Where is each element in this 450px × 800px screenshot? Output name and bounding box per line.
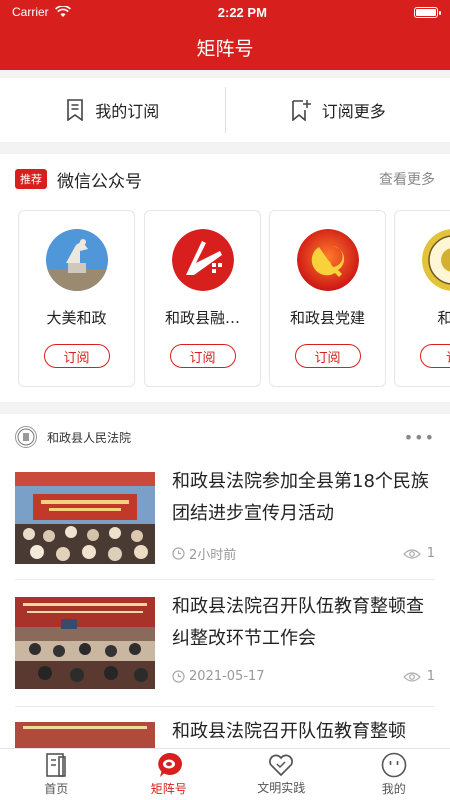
bookmark-add-icon bbox=[291, 100, 311, 121]
source-row: 和政县人民法院 ••• bbox=[0, 414, 450, 460]
tab-label: 首页 bbox=[44, 782, 69, 796]
subscribe-more-button[interactable]: 订阅更多 bbox=[226, 98, 450, 122]
eye-icon bbox=[402, 548, 421, 559]
court-logo-icon bbox=[15, 426, 37, 448]
account-name: 和政 bbox=[437, 309, 450, 327]
article-thumbnail bbox=[15, 472, 155, 564]
tab-matrix[interactable]: 矩阵号 bbox=[113, 749, 226, 800]
more-options-icon[interactable]: ••• bbox=[404, 428, 435, 447]
account-avatar bbox=[45, 229, 108, 291]
account-avatar bbox=[171, 229, 234, 291]
article-item[interactable]: 和政县法院召开队伍教育整顿 bbox=[15, 721, 435, 748]
app-header: Carrier 2:22 PM 矩阵号 bbox=[0, 0, 450, 70]
tab-label: 矩阵号 bbox=[150, 782, 187, 796]
account-name: 大美和政 bbox=[46, 309, 107, 327]
account-name: 和政县党建 bbox=[289, 309, 365, 327]
article-item[interactable]: 和政县法院召开队伍教育整顿查纠整改环节工作会 2021-05-17 1 bbox=[15, 596, 435, 707]
clock-icon bbox=[172, 547, 185, 560]
tab-label: 文明实践 bbox=[257, 781, 306, 795]
section-header: 推荐 微信公众号 查看更多 bbox=[0, 154, 450, 204]
wifi-icon bbox=[54, 6, 71, 17]
tab-civilization-practice[interactable]: 文明实践 bbox=[225, 749, 338, 800]
subscribe-row: 我的订阅 订阅更多 bbox=[0, 78, 450, 142]
matrix-pin-icon bbox=[157, 752, 182, 777]
account-name: 和政县融… bbox=[164, 309, 240, 327]
bottom-tab-bar: 首页 矩阵号 文明实践 我的 bbox=[0, 748, 450, 800]
view-more-link[interactable]: 查看更多 bbox=[379, 169, 435, 189]
divider bbox=[15, 579, 435, 580]
source-name: 和政县人民法院 bbox=[47, 430, 132, 445]
status-bar: Carrier 2:22 PM bbox=[0, 0, 450, 24]
subscribe-button[interactable]: 订 bbox=[419, 344, 450, 368]
account-card[interactable]: 和政县党建 订阅 bbox=[269, 210, 386, 387]
article-views: 1 bbox=[426, 546, 435, 561]
battery-icon bbox=[414, 6, 441, 18]
divider bbox=[15, 706, 435, 707]
account-avatar bbox=[296, 229, 359, 291]
eye-icon bbox=[402, 671, 421, 682]
account-carousel[interactable]: 大美和政 订阅 和政县融… 订阅 和政县党建 订阅 和 bbox=[0, 204, 450, 394]
my-subscriptions-button[interactable]: 我的订阅 bbox=[0, 98, 225, 122]
article-title: 和政县法院召开队伍教育整顿查纠整改环节工作会 bbox=[172, 596, 424, 649]
article-title: 和政县法院参加全县第18个民族团结进步宣传月活动 bbox=[172, 471, 429, 524]
article-meta: 2小时前 1 bbox=[172, 544, 435, 563]
article-time: 2021-05-17 bbox=[189, 669, 265, 684]
wechat-accounts-section: 推荐 微信公众号 查看更多 大美和政 订阅 和政县融… 订阅 和政县党建 订阅 … bbox=[0, 154, 450, 402]
article-views: 1 bbox=[426, 669, 435, 684]
page-title: 矩阵号 bbox=[196, 37, 254, 60]
subscribe-button[interactable]: 订阅 bbox=[43, 344, 110, 368]
carrier-label: Carrier bbox=[12, 5, 49, 19]
tab-profile[interactable]: 我的 bbox=[338, 749, 450, 800]
bookmark-list-icon bbox=[67, 99, 84, 121]
account-avatar bbox=[421, 229, 450, 291]
article-feed: 和政县人民法院 ••• 和政县法院参加全县第18个民族团结进步宣传月活动 2小时… bbox=[0, 414, 450, 748]
heart-icon bbox=[269, 754, 294, 777]
section-title: 微信公众号 bbox=[57, 171, 142, 192]
article-meta: 2021-05-17 1 bbox=[172, 669, 435, 684]
my-subscriptions-label: 我的订阅 bbox=[95, 102, 160, 121]
subscribe-more-label: 订阅更多 bbox=[321, 102, 386, 121]
account-card[interactable]: 和政县融… 订阅 bbox=[144, 210, 261, 387]
article-item[interactable]: 和政县法院参加全县第18个民族团结进步宣传月活动 2小时前 1 bbox=[15, 471, 435, 582]
home-doc-icon bbox=[46, 753, 67, 777]
article-thumbnail bbox=[15, 597, 155, 689]
subscribe-button[interactable]: 订阅 bbox=[169, 344, 236, 368]
article-thumbnail bbox=[15, 722, 155, 748]
recommend-badge: 推荐 bbox=[15, 169, 47, 189]
account-card[interactable]: 大美和政 订阅 bbox=[18, 210, 135, 387]
tab-label: 我的 bbox=[381, 782, 406, 796]
article-title: 和政县法院召开队伍教育整顿 bbox=[172, 721, 406, 742]
tab-home[interactable]: 首页 bbox=[0, 749, 113, 800]
clock-icon bbox=[172, 670, 185, 683]
status-time: 2:22 PM bbox=[217, 4, 267, 20]
article-time: 2小时前 bbox=[189, 548, 237, 563]
subscribe-button[interactable]: 订阅 bbox=[294, 344, 361, 368]
smiley-icon bbox=[381, 752, 407, 778]
account-card[interactable]: 和政 订 bbox=[394, 210, 450, 387]
